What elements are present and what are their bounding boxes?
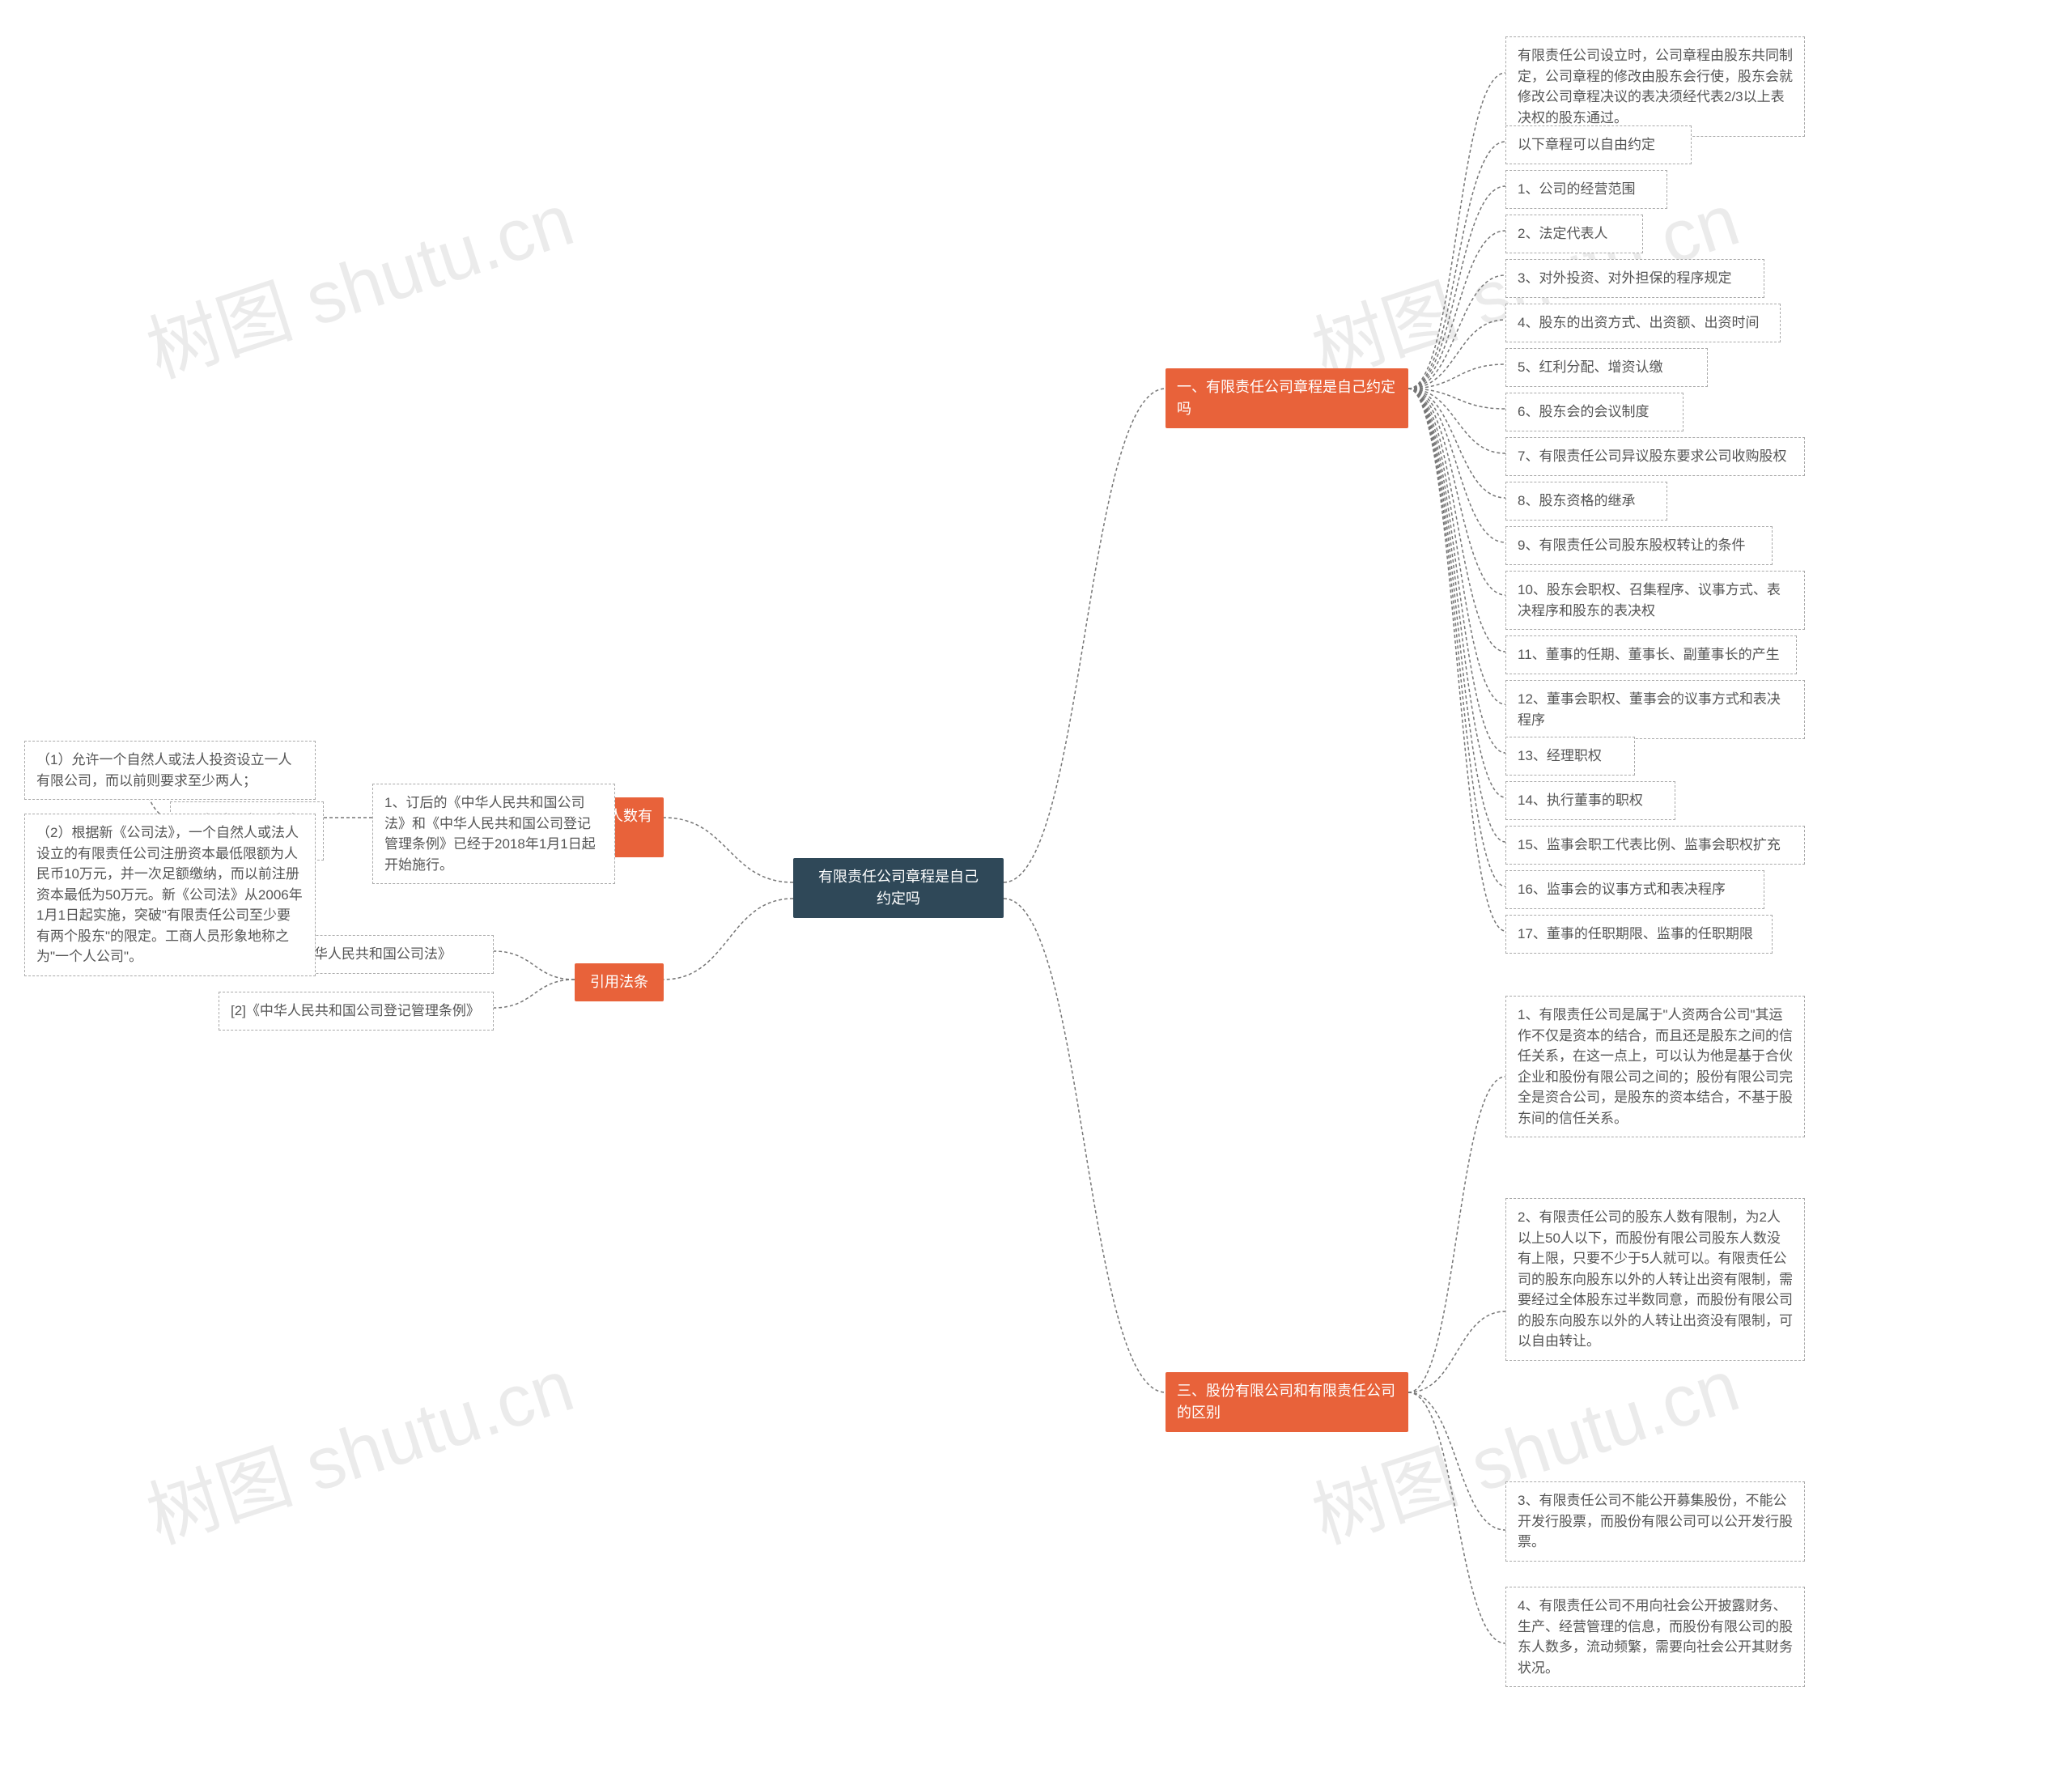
hub2-left-2[interactable]: （2）根据新《公司法》，一个自然人或法人设立的有限责任公司注册资本最低限额为人民… bbox=[24, 814, 316, 976]
cite-hub[interactable]: 引用法条 bbox=[575, 963, 664, 1001]
h1-leaf-16[interactable]: 15、监事会职工代表比例、监事会职权扩充 bbox=[1505, 826, 1805, 865]
h1-leaf-7[interactable]: 6、股东会的会议制度 bbox=[1505, 393, 1684, 431]
h1-leaf-4[interactable]: 3、对外投资、对外担保的程序规定 bbox=[1505, 259, 1764, 298]
root-node[interactable]: 有限责任公司章程是自己 约定吗 bbox=[793, 858, 1004, 918]
hub-1-label: 一、有限责任公司章程是自己约定吗 bbox=[1177, 379, 1395, 417]
h1-leaf-12[interactable]: 11、董事的任期、董事长、副董事长的产生 bbox=[1505, 635, 1797, 674]
h1-leaf-1[interactable]: 以下章程可以自由约定 bbox=[1505, 125, 1692, 164]
h1-leaf-0[interactable]: 有限责任公司设立时，公司章程由股东共同制定，公司章程的修改由股东会行使，股东会就… bbox=[1505, 36, 1805, 137]
root-title-1: 有限责任公司章程是自己 bbox=[818, 869, 979, 885]
h1-leaf-17[interactable]: 16、监事会的议事方式和表决程序 bbox=[1505, 870, 1764, 909]
cite-leaf-2[interactable]: [2]《中华人民共和国公司登记管理条例》 bbox=[219, 992, 494, 1031]
hub-3-label: 三、股份有限公司和有限责任公司的区别 bbox=[1177, 1383, 1395, 1421]
h1-leaf-3[interactable]: 2、法定代表人 bbox=[1505, 215, 1643, 253]
hub-1[interactable]: 一、有限责任公司章程是自己约定吗 bbox=[1166, 368, 1408, 428]
h1-leaf-18[interactable]: 17、董事的任职期限、监事的任职期限 bbox=[1505, 915, 1773, 954]
h1-leaf-10[interactable]: 9、有限责任公司股东股权转让的条件 bbox=[1505, 526, 1773, 565]
hub-3[interactable]: 三、股份有限公司和有限责任公司的区别 bbox=[1166, 1372, 1408, 1432]
h3-leaf-0[interactable]: 1、有限责任公司是属于"人资两合公司"其运作不仅是资本的结合，而且还是股东之间的… bbox=[1505, 996, 1805, 1137]
cite-label: 引用法条 bbox=[590, 974, 648, 990]
h1-leaf-14[interactable]: 13、经理职权 bbox=[1505, 737, 1635, 776]
h3-leaf-1[interactable]: 2、有限责任公司的股东人数有限制，为2人以上50人以下，而股份有限公司股东人数没… bbox=[1505, 1198, 1805, 1361]
h1-leaf-15[interactable]: 14、执行董事的职权 bbox=[1505, 781, 1675, 820]
h1-leaf-8[interactable]: 7、有限责任公司异议股东要求公司收购股权 bbox=[1505, 437, 1805, 476]
h1-leaf-2[interactable]: 1、公司的经营范围 bbox=[1505, 170, 1667, 209]
h3-leaf-2[interactable]: 3、有限责任公司不能公开募集股份，不能公开发行股票，而股份有限公司可以公开发行股… bbox=[1505, 1481, 1805, 1562]
h1-leaf-9[interactable]: 8、股东资格的继承 bbox=[1505, 482, 1667, 521]
h1-leaf-13[interactable]: 12、董事会职权、董事会的议事方式和表决程序 bbox=[1505, 680, 1805, 739]
h1-leaf-11[interactable]: 10、股东会职权、召集程序、议事方式、表决程序和股东的表决权 bbox=[1505, 571, 1805, 630]
watermark: 树图 shutu.cn bbox=[132, 161, 584, 397]
hub2-bridge[interactable]: 1、订后的《中华人民共和国公司法》和《中华人民共和国公司登记管理条例》已经于20… bbox=[372, 784, 615, 884]
root-title-2: 约定吗 bbox=[877, 890, 920, 907]
h1-leaf-5[interactable]: 4、股东的出资方式、出资额、出资时间 bbox=[1505, 304, 1781, 342]
h1-leaf-6[interactable]: 5、红利分配、增资认缴 bbox=[1505, 348, 1708, 387]
h3-leaf-3[interactable]: 4、有限责任公司不用向社会公开披露财务、生产、经营管理的信息，而股份有限公司的股… bbox=[1505, 1587, 1805, 1687]
hub2-left-1[interactable]: （1）允许一个自然人或法人投资设立一人有限公司，而以前则要求至少两人； bbox=[24, 741, 316, 800]
watermark: 树图 shutu.cn bbox=[132, 1327, 584, 1563]
